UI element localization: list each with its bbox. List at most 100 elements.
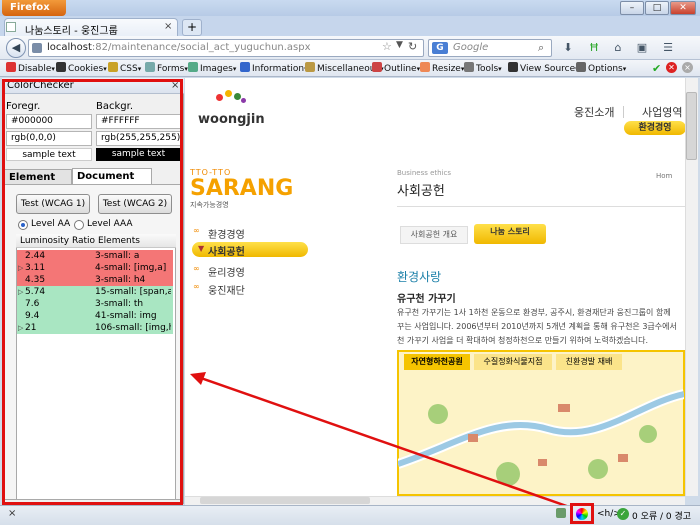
error-icon[interactable]: ✕ <box>666 62 677 73</box>
map-tab-eco-farm[interactable]: 친환경발 재배 <box>556 354 622 370</box>
webdev-menu-label: Outline <box>384 64 417 74</box>
window-titlebar <box>0 0 700 16</box>
bookmark-star-icon[interactable]: ☆ <box>382 40 392 53</box>
webdev-menu-icon <box>420 62 430 72</box>
webdev-menu-icon <box>188 62 198 72</box>
webdev-menu-resize[interactable]: Resize▾ <box>420 62 464 74</box>
woongjin-logo[interactable]: woongjin <box>198 112 265 127</box>
river-map-illustration <box>398 389 684 486</box>
reload-icon[interactable]: ↻ <box>408 40 417 53</box>
webdev-menu-css[interactable]: CSS▾ <box>108 62 141 74</box>
brand-title: SARANG <box>190 176 294 201</box>
dropdown-arrow-icon: ▾ <box>498 65 502 73</box>
menu-icon[interactable]: ☰ <box>660 40 676 56</box>
webdev-menu-label: Forms <box>157 64 185 74</box>
dropdown-arrow-icon: ▾ <box>232 65 237 73</box>
webdev-menu-cookies[interactable]: Cookies▾ <box>56 62 107 74</box>
body-line: 천 가꾸기 사업을 더 확대하여 청정하천으로 만들기 위하여 노력하겠습니다. <box>397 336 649 345</box>
webdev-menu-label: Disable <box>18 64 52 74</box>
sidebar-highlight-box <box>2 79 183 505</box>
url-dropdown-icon[interactable]: ▼ <box>396 40 403 50</box>
webdev-menu-view-source[interactable]: View Source▾ <box>508 62 579 74</box>
content-heading: 환경사랑 <box>397 270 442 284</box>
top-nav-pill[interactable]: 환경경영 <box>624 121 686 135</box>
close-statusbar-icon[interactable]: × <box>8 508 16 519</box>
screen-icon[interactable]: ▣ <box>634 40 650 56</box>
webdev-menu-information[interactable]: Information▾ <box>240 62 308 74</box>
webdev-menu-images[interactable]: Images▾ <box>188 62 236 74</box>
webdev-menu-label: Resize <box>432 64 461 74</box>
close-tab-icon[interactable]: × <box>164 21 172 32</box>
check-icon[interactable]: ✔ <box>652 62 661 75</box>
webdev-menu-label: Information <box>252 64 305 74</box>
minimize-button[interactable]: – <box>620 1 644 15</box>
chevron-down-icon: ▼ <box>198 244 205 253</box>
webdev-menu-outline[interactable]: Outline▾ <box>372 62 420 74</box>
webdev-menu-forms[interactable]: Forms▾ <box>145 62 188 74</box>
webdev-menu-icon <box>108 62 118 72</box>
url-input[interactable]: localhost:82/maintenance/social_act_yugu… <box>28 39 424 57</box>
tab-social-overview[interactable]: 사회공헌 개요 <box>400 226 468 244</box>
webdev-menu-label: Images <box>200 64 233 74</box>
section-title: 사회공헌 <box>397 184 445 199</box>
webdev-menu-options[interactable]: Options▾ <box>576 62 626 74</box>
webdev-menu-label: View Source <box>520 64 576 74</box>
close-toolbar-icon[interactable]: × <box>682 62 693 73</box>
menu-bullet-icon: ∞ <box>193 282 200 291</box>
firefox-menu-button[interactable]: Firefox <box>2 0 66 16</box>
url-path: :82/maintenance/social_act_yuguchun.aspx <box>91 42 311 53</box>
side-menu-item-env[interactable]: 환경경영 <box>208 226 245 241</box>
horizontal-scroll-thumb[interactable] <box>200 497 370 504</box>
page-favicon-icon <box>6 22 16 32</box>
webdev-menu-label: Tools <box>476 64 499 74</box>
dropdown-arrow-icon: ▾ <box>103 65 107 73</box>
new-tab-button[interactable]: + <box>182 19 202 36</box>
search-icon[interactable]: ⌕ <box>538 41 544 55</box>
side-menu-item-foundation[interactable]: 웅진재단 <box>208 282 245 297</box>
webdev-menu-icon <box>56 62 66 72</box>
home-breadcrumb[interactable]: Hom <box>656 172 672 180</box>
webdev-menu-icon <box>508 62 518 72</box>
download-icon[interactable]: ⬇ <box>560 40 576 56</box>
ladder-icon[interactable]: Ħ <box>586 40 602 56</box>
browser-tab[interactable]: 나눔스토리 - 웅진그룹 <box>4 18 178 37</box>
addon-icon[interactable] <box>556 508 566 518</box>
validation-summary[interactable]: 0 오류 / 0 경고 <box>632 509 691 522</box>
dropdown-arrow-icon: ▾ <box>137 65 142 73</box>
dropdown-arrow-icon: ▾ <box>622 65 627 73</box>
site-identity-icon[interactable] <box>32 43 42 53</box>
webdev-menu-icon <box>305 62 315 72</box>
search-engine-icon[interactable]: G <box>432 42 448 54</box>
side-menu-item-ethics[interactable]: 윤리경영 <box>208 264 245 279</box>
body-line: 꾸는 사업입니다. 2006년부터 2010년까지 5개년 계획을 통해 유구천… <box>397 322 677 331</box>
tab-sharing-story[interactable]: 나눔 스토리 <box>474 224 546 244</box>
back-button[interactable]: ◀ <box>6 38 26 58</box>
top-nav-business[interactable]: 사업영역 <box>642 104 682 120</box>
woongjin-logo-mark <box>212 88 248 110</box>
brand-subtitle: 지속가능경영 <box>190 201 229 209</box>
map-tab-water-plants[interactable]: 수질정화식물지점 <box>474 354 552 370</box>
webdev-menu-label: Cookies <box>68 64 104 74</box>
menu-bullet-icon: ∞ <box>193 264 200 273</box>
section-tag: Business ethics <box>397 169 452 177</box>
home-icon[interactable]: ⌂ <box>610 40 626 56</box>
validation-ok-icon: ✓ <box>617 508 629 520</box>
dropdown-arrow-icon: ▾ <box>51 65 55 73</box>
status-bar <box>0 505 700 525</box>
colorchecker-icon[interactable] <box>576 508 588 520</box>
side-menu-label-social: 사회공헌 <box>208 247 245 258</box>
webdev-menu-tools[interactable]: Tools▾ <box>464 62 502 74</box>
url-host: localhost <box>47 42 92 53</box>
map-tab-nature-park[interactable]: 자연형하천공원 <box>404 354 470 370</box>
top-nav-about[interactable]: 웅진소개 <box>574 104 614 120</box>
maximize-button[interactable]: □ <box>645 1 669 15</box>
menu-bullet-icon: ∞ <box>193 226 200 235</box>
close-window-button[interactable]: ✕ <box>670 1 696 15</box>
nav-divider <box>623 106 624 118</box>
webdev-menu-icon <box>240 62 250 72</box>
webdev-menu-label: Miscellaneous <box>317 64 381 74</box>
webdev-menu-disable[interactable]: Disable▾ <box>6 62 55 74</box>
vertical-scroll-thumb[interactable] <box>686 92 697 160</box>
body-line: 유구천 가꾸기는 1사 1하천 운동으로 환경부, 공주시, 환경재단과 웅진그… <box>397 308 671 317</box>
content-subheading: 유구천 가꾸기 <box>397 294 456 305</box>
